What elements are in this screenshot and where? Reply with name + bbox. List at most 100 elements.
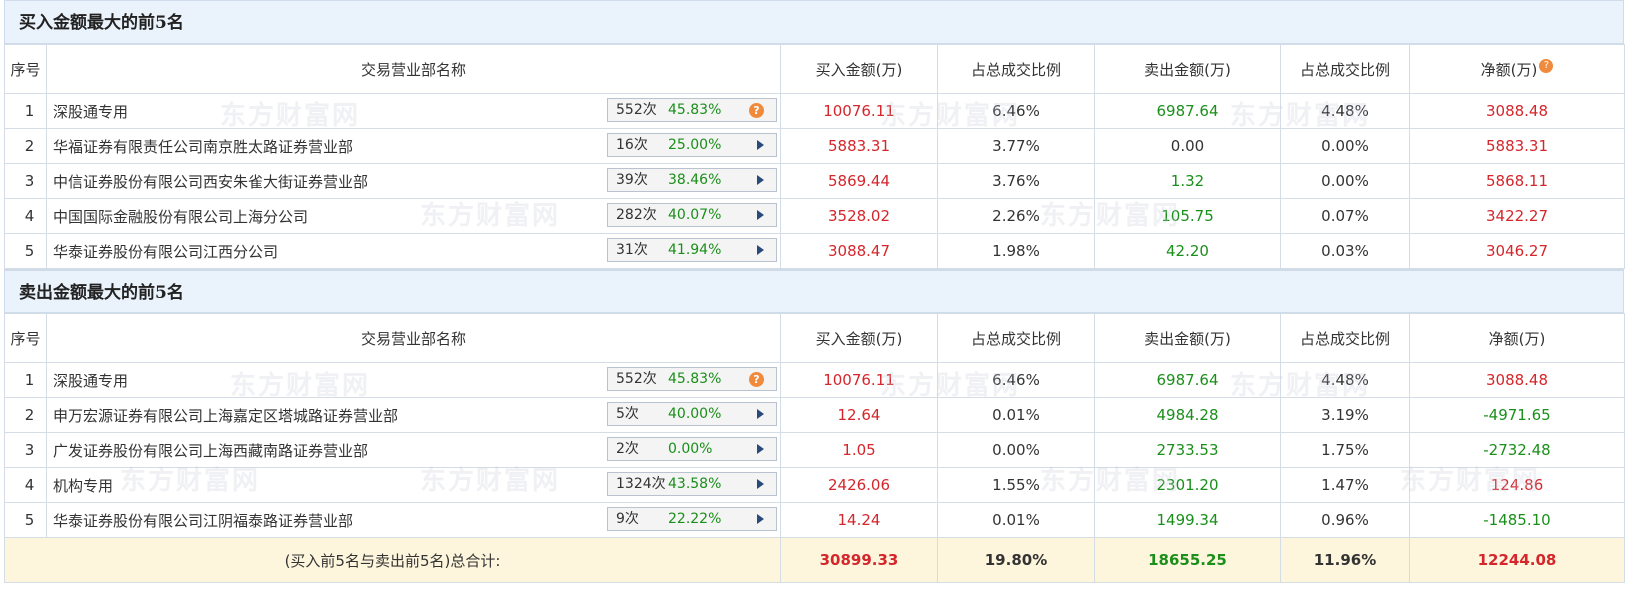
buy-amount: 5869.44 [780,163,938,199]
row-index: 5 [4,502,47,538]
table-row: 3 中信证券股份有限公司西安朱雀大街证券营业部 39次 38.46% 5869.44 3.… [4,163,1625,199]
table-row: 4 中国国际金融股份有限公司上海分公司 282次 40.07% 3528.02 2.26%… [4,198,1625,234]
col-net-header: 净额(万)? [1409,44,1625,94]
buy-amount: 14.24 [780,502,938,538]
arrow-right-icon[interactable] [757,444,764,454]
buy-ratio: 1.55% [937,467,1095,503]
arrow-right-icon[interactable] [757,245,764,255]
branch-cell: 华福证券有限责任公司南京胜太路证券营业部 16次 25.00% [46,128,781,164]
branch-cell: 华泰证券股份有限公司江阴福泰路证券营业部 9次 22.22% [46,502,781,538]
row-index: 3 [4,432,47,468]
arrow-right-icon[interactable] [757,409,764,419]
arrow-right-icon[interactable] [757,210,764,220]
sell-amount: 6987.64 [1094,93,1281,129]
net-amount: 3046.27 [1409,233,1625,269]
branch-name[interactable]: 华泰证券股份有限公司江阴福泰路证券营业部 [53,510,353,531]
branch-cell: 中信证券股份有限公司西安朱雀大街证券营业部 39次 38.46% [46,163,781,199]
buy-ratio: 2.26% [937,198,1095,234]
branch-cell: 机构专用 1324次 43.58% [46,467,781,503]
arrow-right-icon[interactable] [757,175,764,185]
buy-ratio: 0.00% [937,432,1095,468]
sell-ratio: 0.07% [1280,198,1410,234]
stats-icon-wrap [757,403,764,419]
buy-amount: 1.05 [780,432,938,468]
sell-top5-table: 序号 交易营业部名称 买入金额(万) 占总成交比例 卖出金额(万) 占总成交比例… [4,313,1625,583]
net-header-label: 净额(万) [1480,60,1538,79]
net-amount: 5868.11 [1409,163,1625,199]
trade-stats-button[interactable]: 2次 0.00% [607,437,777,461]
trade-stats-button[interactable]: 39次 38.46% [607,168,777,192]
stats-icon-wrap [757,438,764,454]
col-net-header: 净额(万) [1409,313,1625,363]
sell-amount: 0.00 [1094,128,1281,164]
trade-count: 2次 [616,441,639,457]
branch-name[interactable]: 机构专用 [53,475,113,496]
sell-amount: 105.75 [1094,198,1281,234]
trade-stats-button[interactable]: 5次 40.00% [607,402,777,426]
win-rate: 40.07% [668,207,722,223]
arrow-right-icon[interactable] [757,140,764,150]
trade-stats-button[interactable]: 31次 41.94% [607,238,777,262]
sell-amount: 4984.28 [1094,397,1281,433]
sell-amount: 6987.64 [1094,362,1281,398]
col-buy-ratio-header: 占总成交比例 [937,44,1095,94]
table-row: 2 申万宏源证券有限公司上海嘉定区塔城路证券营业部 5次 40.00% 12.64 0.0… [4,397,1625,433]
sell-section-title: 卖出金额最大的前5名 [4,269,1624,313]
branch-name[interactable]: 华福证券有限责任公司南京胜太路证券营业部 [53,136,353,157]
win-rate: 41.94% [668,242,722,258]
total-label: (买入前5名与卖出前5名)总合计: [4,537,781,583]
branch-name[interactable]: 深股通专用 [53,101,128,122]
question-icon[interactable]: ? [749,372,764,387]
buy-ratio: 1.98% [937,233,1095,269]
col-buy-header: 买入金额(万) [780,313,938,363]
win-rate: 0.00% [668,441,713,457]
table-row: 3 广发证券股份有限公司上海西藏南路证券营业部 2次 0.00% 1.05 0.00% 27… [4,432,1625,468]
arrow-right-icon[interactable] [757,479,764,489]
col-buy-ratio-header: 占总成交比例 [937,313,1095,363]
total-buy-ratio: 19.80% [937,537,1095,583]
trade-stats-button[interactable]: 552次 45.83%? [607,367,777,391]
trade-count: 552次 [616,102,657,118]
arrow-right-icon[interactable] [757,514,764,524]
col-name-header: 交易营业部名称 [46,313,781,363]
buy-ratio: 0.01% [937,397,1095,433]
buy-section-title: 买入金额最大的前5名 [4,0,1624,44]
branch-name[interactable]: 中国国际金融股份有限公司上海分公司 [53,206,308,227]
net-amount: -2732.48 [1409,432,1625,468]
table-row: 1 深股通专用 552次 45.83%? 10076.11 6.46% 6987.64 4.4… [4,93,1625,129]
branch-cell: 中国国际金融股份有限公司上海分公司 282次 40.07% [46,198,781,234]
stats-icon-wrap [757,239,764,255]
buy-amount: 3088.47 [780,233,938,269]
branch-name[interactable]: 华泰证券股份有限公司江西分公司 [53,241,278,262]
help-icon[interactable]: ? [1539,58,1554,73]
table-row: 5 华泰证券股份有限公司江阴福泰路证券营业部 9次 22.22% 14.24 0.01% 1… [4,502,1625,538]
buy-ratio: 0.01% [937,502,1095,538]
stats-icon-wrap: ? [749,368,764,387]
trade-stats-button[interactable]: 9次 22.22% [607,507,777,531]
row-index: 4 [4,198,47,234]
branch-name[interactable]: 广发证券股份有限公司上海西藏南路证券营业部 [53,440,368,461]
trade-count: 552次 [616,371,657,387]
trade-stats-button[interactable]: 552次 45.83%? [607,98,777,122]
branch-name[interactable]: 深股通专用 [53,370,128,391]
net-amount: 3088.48 [1409,93,1625,129]
col-sell-header: 卖出金额(万) [1094,44,1281,94]
trade-stats-button[interactable]: 16次 25.00% [607,133,777,157]
trade-stats-button[interactable]: 1324次 43.58% [607,472,777,496]
branch-cell: 广发证券股份有限公司上海西藏南路证券营业部 2次 0.00% [46,432,781,468]
buy-ratio: 6.46% [937,362,1095,398]
trade-stats-button[interactable]: 282次 40.07% [607,203,777,227]
row-index: 1 [4,93,47,129]
col-index-header: 序号 [4,313,47,363]
lhb-table-container: 买入金额最大的前5名 序号 交易营业部名称 买入金额(万) 占总成交比例 卖出金… [4,0,1625,583]
branch-name[interactable]: 申万宏源证券有限公司上海嘉定区塔城路证券营业部 [53,405,398,426]
buy-top5-table: 序号 交易营业部名称 买入金额(万) 占总成交比例 卖出金额(万) 占总成交比例… [4,44,1625,269]
question-icon[interactable]: ? [749,103,764,118]
stats-icon-wrap [757,204,764,220]
col-name-header: 交易营业部名称 [46,44,781,94]
branch-name[interactable]: 中信证券股份有限公司西安朱雀大街证券营业部 [53,171,368,192]
sell-amount: 2301.20 [1094,467,1281,503]
sell-ratio: 1.75% [1280,432,1410,468]
sell-ratio: 3.19% [1280,397,1410,433]
total-sell-ratio: 11.96% [1280,537,1410,583]
